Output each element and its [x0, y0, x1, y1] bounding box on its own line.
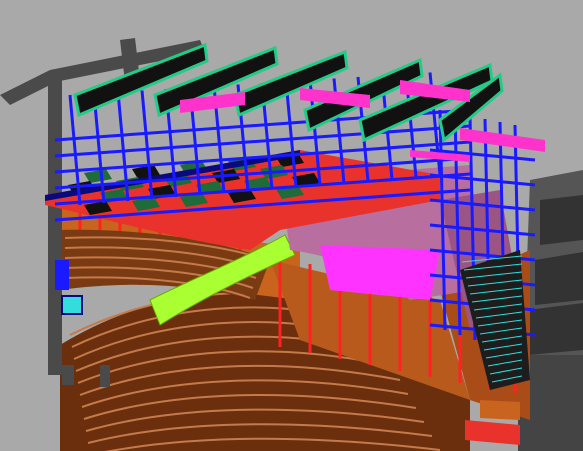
structural-model-render — [0, 0, 583, 451]
model-viewport[interactable] — [0, 0, 583, 451]
